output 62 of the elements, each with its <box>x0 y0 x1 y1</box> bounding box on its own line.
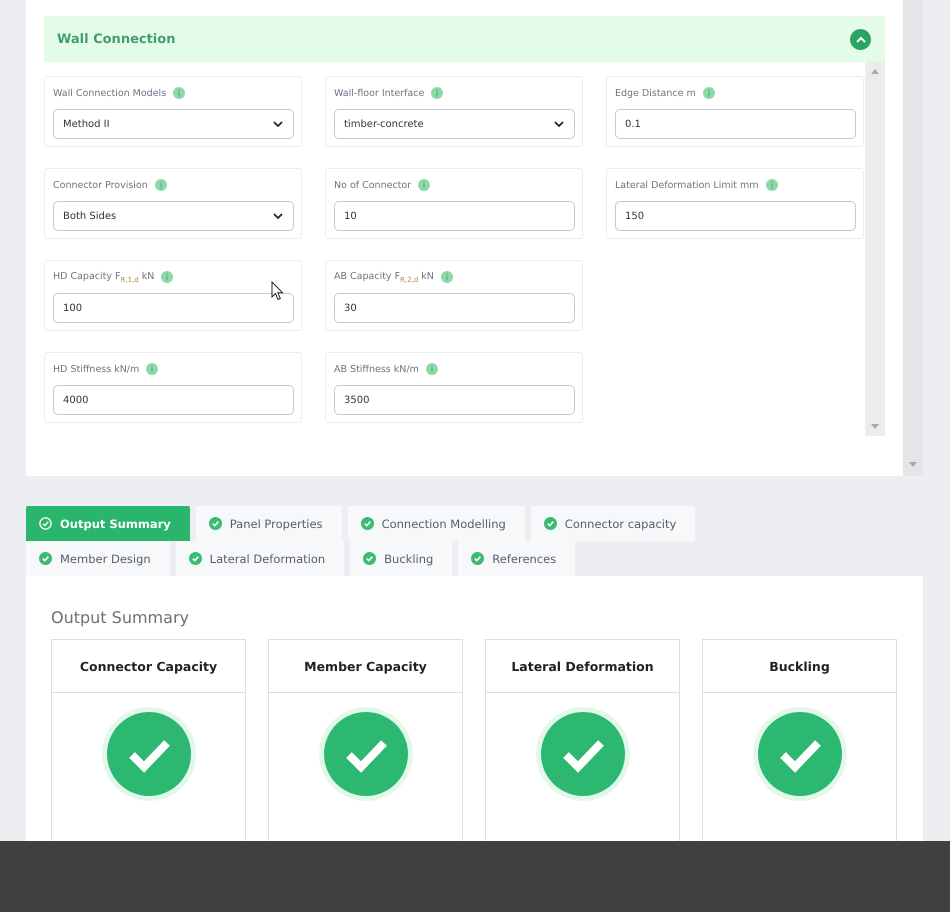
tab[interactable]: Connector capacity <box>530 506 696 541</box>
check-circle-icon <box>363 552 376 565</box>
info-icon[interactable] <box>426 363 438 375</box>
dropdown[interactable]: Both Sides <box>53 201 294 231</box>
info-icon[interactable] <box>702 87 715 99</box>
card-title: Member Capacity <box>269 640 462 693</box>
info-icon[interactable] <box>154 179 167 191</box>
check-circle-icon <box>544 517 557 530</box>
input-field[interactable]: 4000 <box>53 385 294 415</box>
field-label: No of Connector <box>334 180 412 190</box>
field-label: Lateral Deformation Limit mm <box>615 180 758 190</box>
check-circle-icon <box>188 552 202 565</box>
info-icon[interactable] <box>418 179 430 191</box>
info-icon[interactable] <box>440 271 453 283</box>
tab[interactable]: References <box>458 541 576 576</box>
scroll-down-icon[interactable] <box>870 424 880 430</box>
field-label: Edge Distance m <box>615 88 696 98</box>
section-title: Output Summary <box>51 608 190 627</box>
card-title: Lateral Deformation <box>486 640 679 693</box>
chevron-down-icon <box>273 212 283 220</box>
dropdown[interactable]: timber-concrete <box>334 109 575 139</box>
input-field[interactable]: 3500 <box>334 385 575 415</box>
tab[interactable]: Lateral Deformation <box>176 541 344 576</box>
field-label: AB Stiffness kN/m <box>334 364 419 374</box>
check-circle-icon <box>208 517 222 530</box>
section-title: Wall Connection <box>57 32 176 46</box>
info-icon[interactable] <box>173 87 186 99</box>
scroll-up-icon[interactable] <box>870 68 880 74</box>
info-icon[interactable] <box>431 87 444 99</box>
field-label: Wall-floor Interface <box>334 88 424 98</box>
chevron-down-icon <box>273 120 283 128</box>
field-label: Connector Provision <box>53 180 148 190</box>
card-title: Connector Capacity <box>52 640 245 693</box>
info-icon[interactable] <box>146 363 158 375</box>
card-title: Buckling <box>703 640 896 693</box>
collapse-button[interactable] <box>850 28 871 50</box>
input-field[interactable]: 0.1 <box>615 109 856 139</box>
scrollbar[interactable] <box>903 0 923 476</box>
check-circle-icon <box>471 552 484 565</box>
chevron-down-icon <box>554 120 564 128</box>
field-label: AB Capacity F$_{R,2,d}$ kN <box>334 270 434 284</box>
tab[interactable]: Buckling <box>350 541 452 576</box>
input-field[interactable]: 30 <box>334 293 575 323</box>
info-icon[interactable] <box>161 271 174 283</box>
check-circle-icon <box>39 517 52 530</box>
field-label: HD Capacity F$_{R,1,d}$ kN <box>53 270 154 284</box>
input-field[interactable]: 100 <box>53 293 294 323</box>
scroll-down-icon[interactable] <box>908 462 918 468</box>
field-label: Wall Connection Models <box>53 88 166 98</box>
tab[interactable]: Panel Properties <box>196 506 342 541</box>
check-circle-icon <box>360 517 374 530</box>
info-icon[interactable] <box>766 179 778 191</box>
input-field[interactable]: 10 <box>334 201 575 231</box>
chevron-up-icon <box>856 36 866 42</box>
check-circle-icon <box>39 552 52 565</box>
scrollbar[interactable] <box>865 62 885 436</box>
input-field[interactable]: 150 <box>615 201 856 231</box>
field-label: HD Stiffness kN/m <box>53 364 140 374</box>
tab[interactable]: Member Design <box>26 541 170 576</box>
dropdown[interactable]: Method II <box>53 109 294 139</box>
tab[interactable]: Connection Modelling <box>348 506 525 541</box>
cursor-icon <box>271 281 284 301</box>
